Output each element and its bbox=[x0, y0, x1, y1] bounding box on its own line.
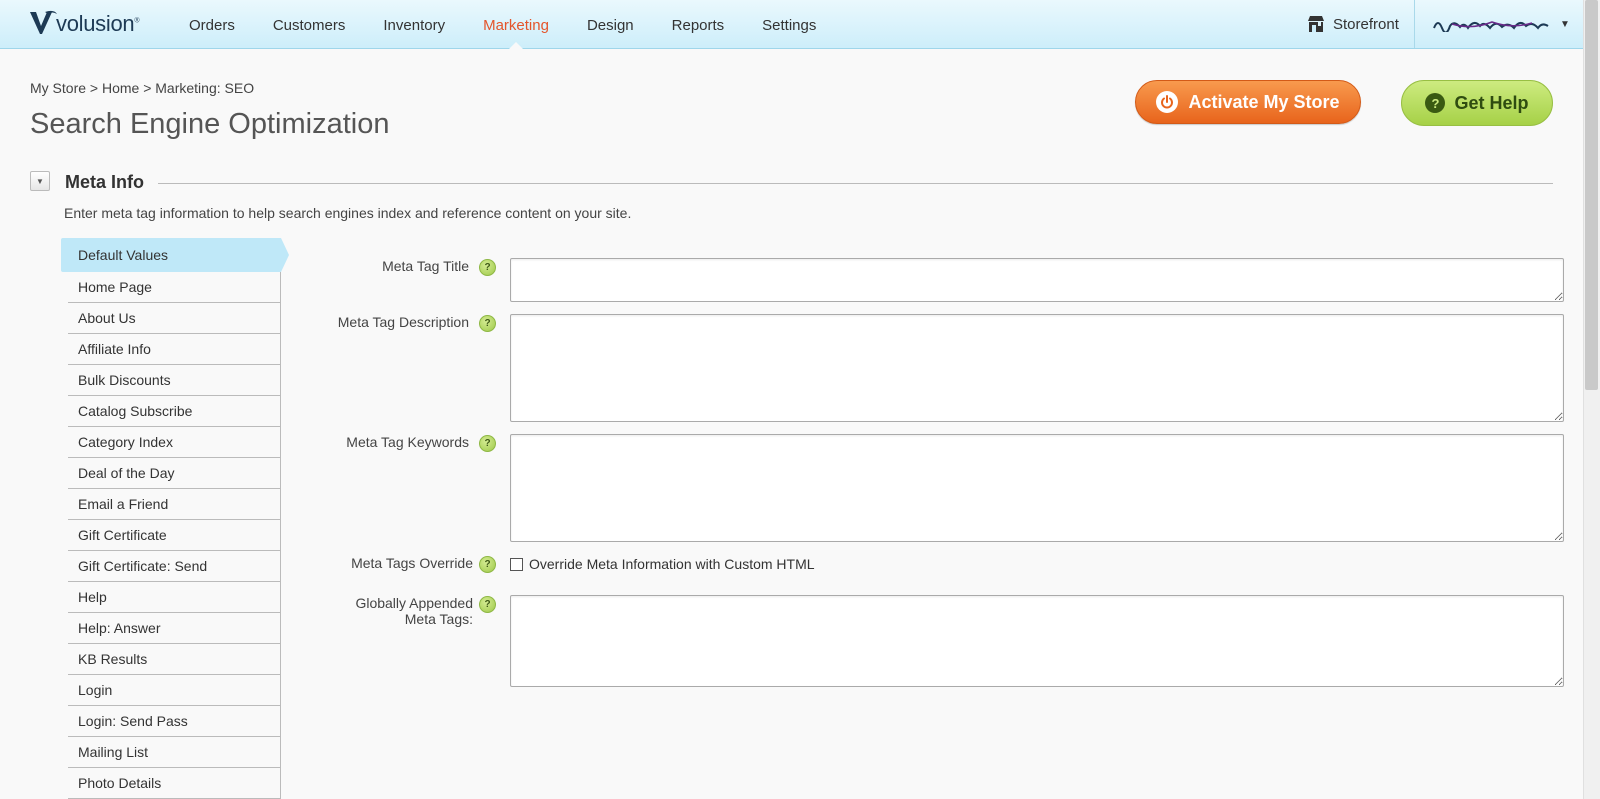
section-description: Enter meta tag information to help searc… bbox=[64, 205, 632, 221]
main-nav: Orders Customers Inventory Marketing Des… bbox=[170, 0, 835, 49]
scrollbar-thumb[interactable] bbox=[1585, 0, 1598, 390]
page-item-help-answer[interactable]: Help: Answer bbox=[68, 613, 281, 644]
page-item-bulk-discounts[interactable]: Bulk Discounts bbox=[68, 365, 281, 396]
meta-description-field[interactable] bbox=[510, 314, 1564, 422]
page-item-catalog-subscribe[interactable]: Catalog Subscribe bbox=[68, 396, 281, 427]
get-help-button[interactable]: ? Get Help bbox=[1401, 80, 1553, 126]
page-item-login-send-pass[interactable]: Login: Send Pass bbox=[68, 706, 281, 737]
activate-store-label: Activate My Store bbox=[1188, 91, 1340, 112]
page-item-deal-of-the-day[interactable]: Deal of the Day bbox=[68, 458, 281, 489]
appended-meta-label-line2: Meta Tags: bbox=[404, 611, 473, 627]
power-icon bbox=[1156, 91, 1179, 113]
account-name-obscured-icon bbox=[1433, 21, 1549, 32]
appended-meta-label: Globally Appended Meta Tags: bbox=[273, 595, 473, 627]
brand-name: volusion bbox=[56, 11, 135, 36]
help-icon[interactable]: ? bbox=[479, 596, 496, 613]
meta-override-label: Meta Tags Override bbox=[351, 555, 473, 571]
nav-marketing[interactable]: Marketing bbox=[464, 0, 568, 49]
brand-trademark: ® bbox=[134, 17, 140, 25]
page-item-default-values[interactable]: Default Values bbox=[61, 238, 289, 272]
meta-keywords-field[interactable] bbox=[510, 434, 1564, 542]
page-item-help[interactable]: Help bbox=[68, 582, 281, 613]
top-nav-bar: volusion® Orders Customers Inventory Mar… bbox=[0, 0, 1583, 49]
page-item-email-a-friend[interactable]: Email a Friend bbox=[68, 489, 281, 520]
storefront-label: Storefront bbox=[1333, 15, 1399, 33]
chevron-down-icon: ▼ bbox=[1560, 18, 1570, 30]
page-item-login[interactable]: Login bbox=[68, 675, 281, 706]
nav-orders[interactable]: Orders bbox=[170, 0, 254, 48]
page-item-gift-certificate-send[interactable]: Gift Certificate: Send bbox=[68, 551, 281, 582]
section-title: Meta Info bbox=[65, 172, 144, 192]
appended-meta-label-line1: Globally Appended bbox=[355, 595, 473, 611]
nav-reports[interactable]: Reports bbox=[653, 0, 744, 48]
meta-keywords-label: Meta Tag Keywords bbox=[346, 434, 469, 450]
meta-description-label: Meta Tag Description bbox=[337, 314, 469, 330]
page-item-category-index[interactable]: Category Index bbox=[68, 427, 281, 458]
volusion-v-icon bbox=[30, 10, 57, 34]
activate-store-button[interactable]: Activate My Store bbox=[1135, 80, 1361, 124]
help-icon[interactable]: ? bbox=[479, 259, 496, 276]
page-item-affiliate-info[interactable]: Affiliate Info bbox=[68, 334, 281, 365]
nav-inventory[interactable]: Inventory bbox=[364, 0, 464, 48]
page-item-gift-certificate[interactable]: Gift Certificate bbox=[68, 520, 281, 551]
meta-title-label: Meta Tag Title bbox=[382, 258, 469, 274]
nav-design[interactable]: Design bbox=[568, 0, 653, 48]
page-item-about-us[interactable]: About Us bbox=[68, 303, 281, 334]
override-meta-checkbox-label[interactable]: Override Meta Information with Custom HT… bbox=[529, 556, 815, 572]
get-help-label: Get Help bbox=[1454, 92, 1529, 113]
account-menu[interactable]: ▼ bbox=[1432, 0, 1570, 48]
collapse-section-button[interactable]: ▼ bbox=[30, 171, 50, 191]
appended-meta-field[interactable] bbox=[510, 595, 1564, 687]
page-item-kb-results[interactable]: KB Results bbox=[68, 644, 281, 675]
meta-title-field[interactable] bbox=[510, 258, 1564, 302]
help-icon[interactable]: ? bbox=[479, 315, 496, 332]
page-item-home-page[interactable]: Home Page bbox=[68, 272, 281, 303]
nav-divider bbox=[1414, 0, 1415, 48]
override-meta-checkbox[interactable] bbox=[510, 558, 523, 571]
page-item-photo-details[interactable]: Photo Details bbox=[68, 768, 281, 799]
breadcrumb: My Store > Home > Marketing: SEO bbox=[30, 80, 255, 96]
nav-customers[interactable]: Customers bbox=[254, 0, 365, 48]
page-item-mailing-list[interactable]: Mailing List bbox=[68, 737, 281, 768]
page-title: Search Engine Optimization bbox=[30, 108, 390, 140]
storefront-icon bbox=[1308, 16, 1324, 32]
help-icon[interactable]: ? bbox=[479, 556, 496, 573]
question-icon: ? bbox=[1425, 93, 1446, 113]
storefront-link[interactable]: Storefront bbox=[1307, 0, 1399, 48]
nav-settings[interactable]: Settings bbox=[743, 0, 835, 48]
section-divider bbox=[158, 183, 1553, 184]
volusion-logo[interactable]: volusion® bbox=[28, 8, 139, 38]
page-list: Default Values Home Page About Us Affili… bbox=[61, 238, 289, 799]
help-icon[interactable]: ? bbox=[479, 435, 496, 452]
